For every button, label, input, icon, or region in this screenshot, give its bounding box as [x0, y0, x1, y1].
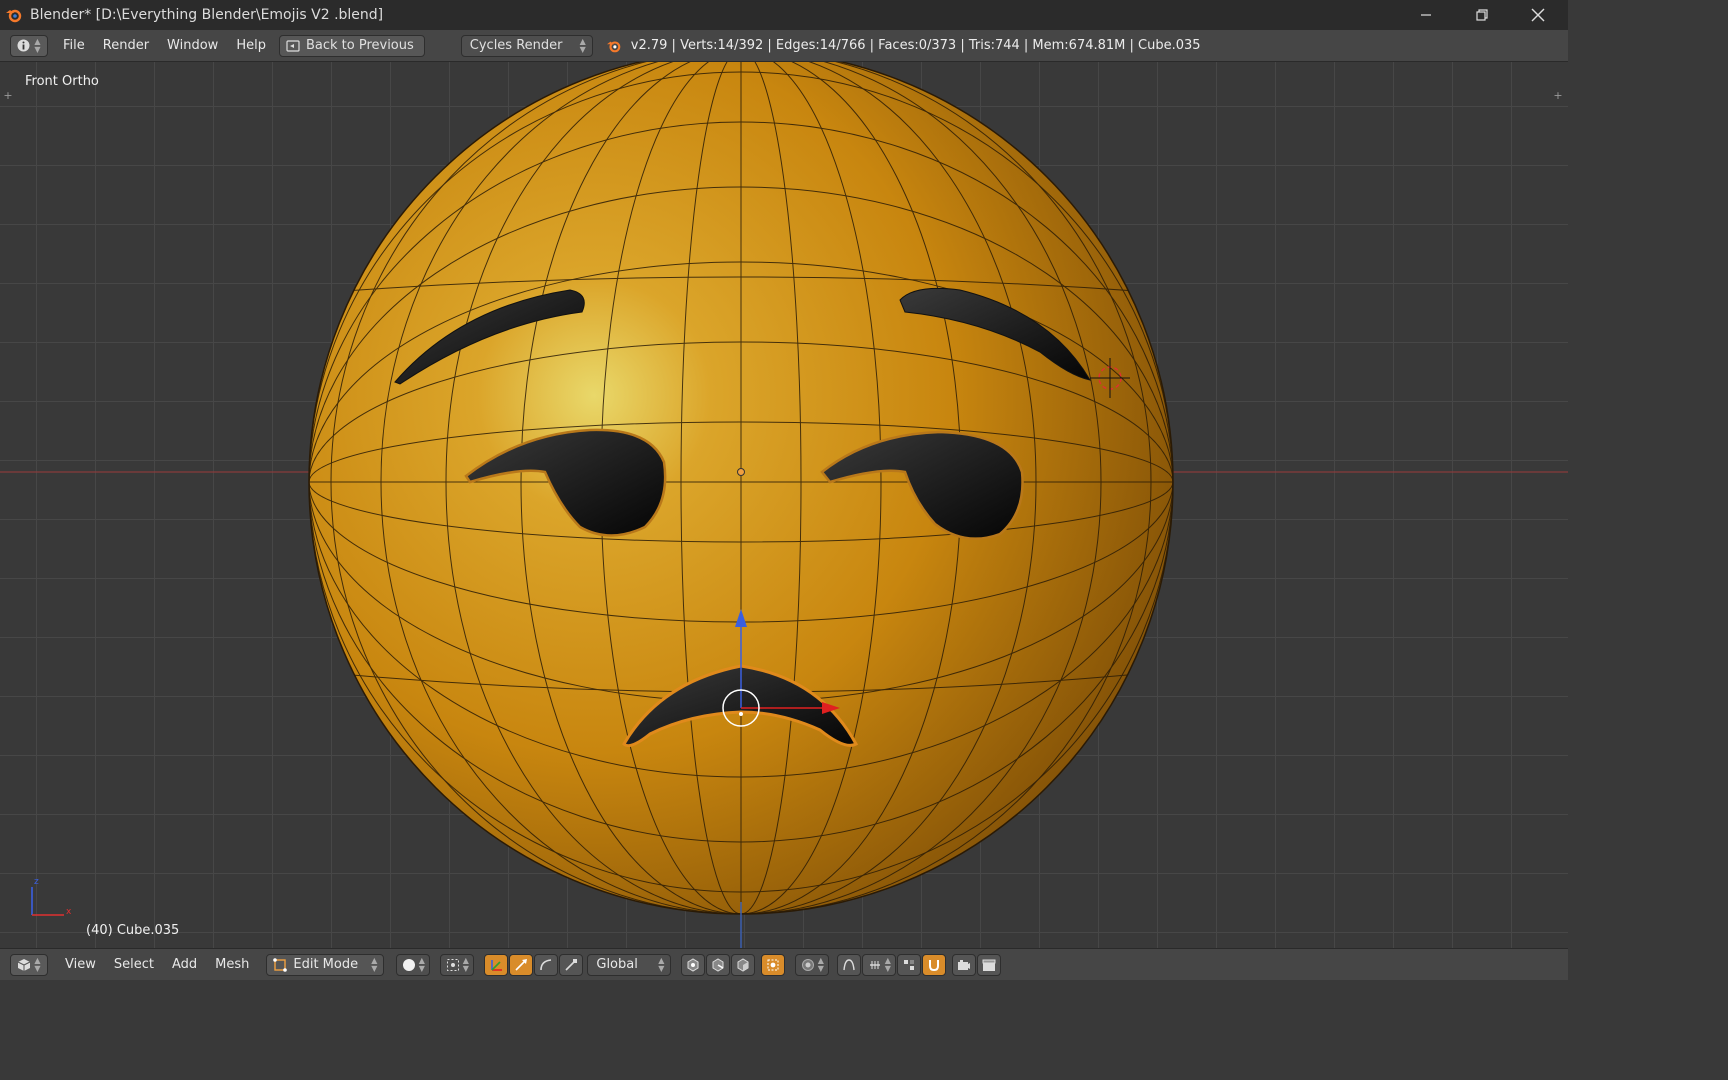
orientation-label: Global: [596, 957, 638, 972]
manipulator-icon: [491, 959, 503, 971]
mode-select[interactable]: Edit Mode ▲ ▼: [266, 953, 385, 976]
3d-view-cube-icon: [18, 958, 31, 971]
scale-manipulator-button[interactable]: [559, 953, 584, 976]
rotate-arc-icon: [540, 958, 552, 970]
menu-add[interactable]: Add: [163, 957, 206, 972]
pivot-icon: [446, 958, 459, 971]
minimize-icon: [1421, 14, 1431, 16]
blender-window: Blender* [D:\Everything Blender\Emojis V…: [0, 0, 1568, 980]
mode-label: Edit Mode: [293, 957, 359, 972]
info-editor-type-button[interactable]: ▲ ▼: [10, 34, 48, 57]
snap-target-icon: [904, 959, 915, 970]
edge-select-button[interactable]: [706, 953, 731, 976]
object-origin: [737, 468, 745, 476]
snap-toggle-button[interactable]: [922, 953, 947, 976]
face-select-icon: [737, 957, 749, 972]
back-screen-icon: [286, 39, 300, 52]
vertex-select-icon: [687, 957, 699, 972]
scene-stats: v2.79 | Verts:14/392 | Edges:14/766 | Fa…: [605, 38, 1201, 53]
proportional-editing-select[interactable]: ▲ ▼: [795, 953, 830, 976]
render-engine-select[interactable]: Cycles Render ▲ ▼: [460, 34, 593, 57]
edit-mode-icon: [273, 957, 288, 972]
region-toggle-right-icon[interactable]: +: [1552, 90, 1564, 102]
back-to-previous-button[interactable]: Back to Previous: [278, 34, 425, 57]
updown-arrows-icon: ▲ ▼: [462, 955, 469, 973]
editor-type-button[interactable]: ▲ ▼: [10, 953, 48, 976]
vertex-select-button[interactable]: [681, 953, 706, 976]
menu-view[interactable]: View: [56, 957, 105, 972]
viewport-scene[interactable]: z x: [0, 62, 1568, 948]
opengl-render-button[interactable]: [952, 953, 977, 976]
gizmo-z-label: z: [34, 877, 39, 887]
back-to-previous-label: Back to Previous: [305, 38, 414, 53]
menu-mesh[interactable]: Mesh: [206, 957, 258, 972]
camera-icon: [958, 959, 971, 970]
updown-arrows-icon: ▲ ▼: [371, 955, 378, 973]
snap-element-select[interactable]: ▲ ▼: [862, 953, 897, 976]
active-object-label: (40) Cube.035: [86, 923, 180, 938]
select-mode-group: [681, 953, 756, 976]
updown-arrows-icon: ▲ ▼: [884, 955, 891, 973]
snap-increment-icon: [869, 960, 880, 969]
clapperboard-icon: [982, 959, 996, 971]
pivot-point-select[interactable]: ▲ ▼: [440, 953, 475, 976]
updown-arrows-icon: ▲ ▼: [817, 955, 824, 973]
transform-orientation-select[interactable]: Global ▲ ▼: [587, 953, 672, 976]
view-name: Front Ortho: [25, 74, 99, 89]
magnet-icon: [929, 959, 940, 971]
render-engine-label: Cycles Render: [469, 38, 563, 53]
axis-gizmo: z x: [31, 877, 72, 917]
translate-manipulator-button[interactable]: [509, 953, 534, 976]
close-icon: [1531, 8, 1545, 22]
restore-button[interactable]: [1454, 0, 1510, 30]
proportional-falloff-button[interactable]: [837, 953, 862, 976]
menu-render[interactable]: Render: [94, 38, 158, 53]
viewport-shading-select[interactable]: ▲ ▼: [396, 953, 431, 976]
scale-icon: [565, 958, 578, 971]
manipulator-group: [484, 953, 584, 976]
restore-icon: [1476, 9, 1488, 21]
snap-target-button[interactable]: [897, 953, 922, 976]
window-title: Blender* [D:\Everything Blender\Emojis V…: [30, 7, 384, 23]
title-bar: Blender* [D:\Everything Blender\Emojis V…: [0, 0, 1568, 30]
blender-logo-icon: [4, 5, 24, 25]
rotate-manipulator-button[interactable]: [534, 953, 559, 976]
region-toggle-left-icon[interactable]: +: [2, 90, 14, 102]
updown-arrows-icon: ▲ ▼: [658, 955, 665, 973]
menu-window[interactable]: Window: [158, 38, 227, 53]
minimize-button[interactable]: [1398, 0, 1454, 30]
solid-shading-icon: [402, 958, 415, 971]
updown-arrows-icon: ▲ ▼: [34, 955, 41, 973]
3d-viewport[interactable]: z x Front Ortho + + (40) Cube.035: [0, 62, 1568, 948]
manipulator-toggle-button[interactable]: [484, 953, 509, 976]
translate-arrow-icon: [515, 958, 528, 971]
close-button[interactable]: [1510, 0, 1566, 30]
emoji-sphere-mesh[interactable]: [300, 62, 1180, 922]
face-select-button[interactable]: [731, 953, 756, 976]
blender-logo-icon: [606, 40, 621, 52]
falloff-curve-icon: [843, 958, 856, 970]
info-icon: [17, 39, 30, 52]
occlude-geometry-icon: [767, 959, 779, 970]
menu-file[interactable]: File: [54, 38, 94, 53]
updown-arrows-icon: ▲ ▼: [579, 36, 586, 54]
proportional-editing-icon: [801, 958, 814, 971]
info-header: ▲ ▼ File Render Window Help Back to Previ…: [0, 30, 1568, 62]
opengl-render-animation-button[interactable]: [977, 953, 1002, 976]
stats-text: v2.79 | Verts:14/392 | Edges:14/766 | Fa…: [630, 38, 1201, 53]
menu-select[interactable]: Select: [105, 957, 163, 972]
gizmo-x-label: x: [66, 907, 72, 917]
limit-selection-to-visible-button[interactable]: [761, 953, 786, 976]
updown-arrows-icon: ▲ ▼: [418, 955, 425, 973]
viewport-header: ▲ ▼ View Select Add Mesh Edit Mode ▲ ▼ ▲ ▼ …: [0, 948, 1568, 980]
edge-select-icon: [712, 957, 724, 972]
menu-help[interactable]: Help: [227, 38, 275, 53]
updown-arrows-icon: ▲ ▼: [34, 36, 41, 54]
